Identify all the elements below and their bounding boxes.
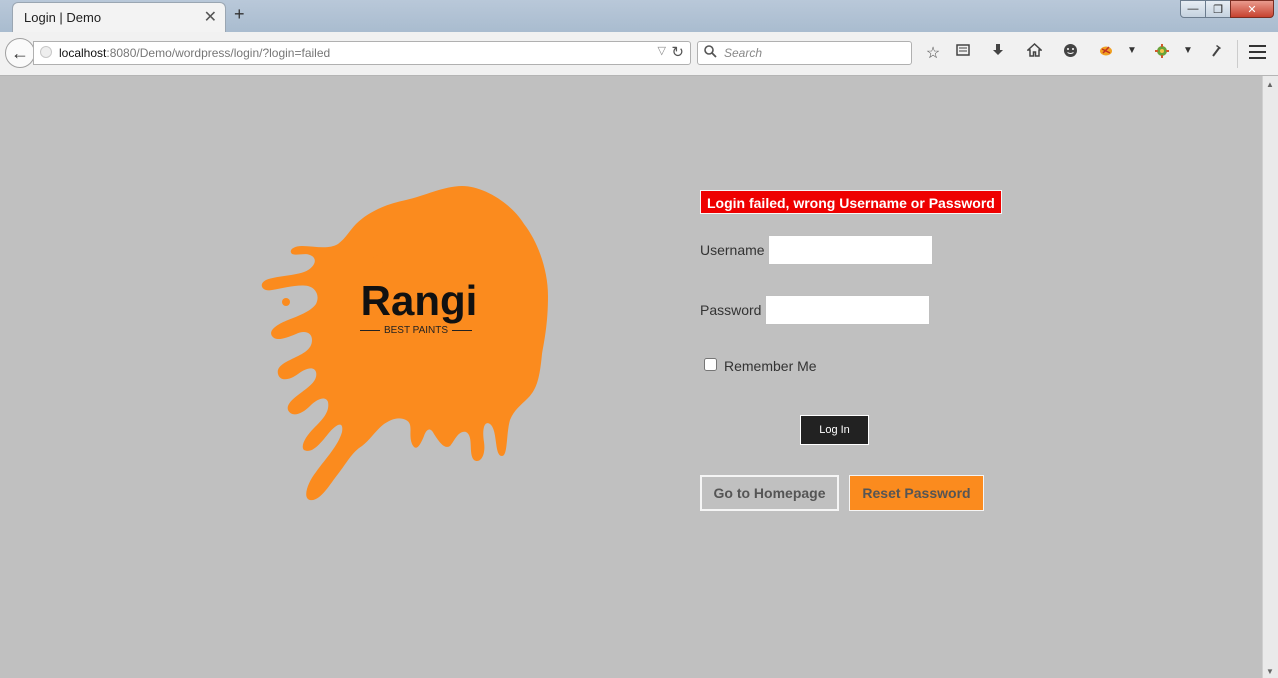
back-button[interactable]: ← [5, 38, 35, 68]
username-input[interactable] [768, 235, 933, 265]
hammer-icon[interactable] [1207, 43, 1227, 63]
window-controls: — ❐ ✕ [1180, 0, 1274, 18]
web-developer-icon[interactable] [1152, 43, 1172, 64]
tab-close-icon[interactable]: ✕ [204, 7, 217, 27]
tagline-text: BEST PAINTS [383, 325, 449, 336]
search-icon [704, 45, 717, 61]
chat-icon[interactable] [1060, 43, 1080, 63]
toolbar-separator [1237, 40, 1238, 68]
tab-title: Login | Demo [24, 10, 102, 25]
password-input[interactable] [765, 295, 930, 325]
navigation-toolbar: ← localhost:8080/Demo/wordpress/login/?l… [0, 32, 1278, 76]
reload-icon[interactable]: ↻ [671, 43, 684, 61]
reading-list-icon[interactable] [953, 43, 973, 62]
scroll-down-icon[interactable]: ▼ [1266, 667, 1274, 676]
globe-icon [40, 46, 52, 58]
paint-splash-logo [261, 186, 548, 501]
home-icon[interactable] [1024, 42, 1044, 62]
username-label: Username [700, 242, 765, 258]
log-in-button[interactable]: Log In [800, 415, 869, 445]
hamburger-menu-icon[interactable] [1249, 45, 1266, 63]
window-titlebar: Login | Demo ✕ + — ❐ ✕ [0, 0, 1278, 32]
tagline-rule-left [360, 330, 380, 331]
login-error-banner: Login failed, wrong Username or Password [700, 190, 1002, 214]
bookmark-star-icon[interactable]: ☆ [923, 43, 943, 63]
brand-tagline: BEST PAINTS [360, 325, 472, 336]
firebug-icon[interactable] [1096, 43, 1116, 62]
password-label: Password [700, 302, 762, 318]
tab-login-demo[interactable]: Login | Demo ✕ [12, 2, 226, 32]
url-path: :8080/Demo/wordpress/login/?login=failed [106, 46, 331, 60]
new-tab-icon[interactable]: + [234, 4, 245, 25]
scroll-up-icon[interactable]: ▲ [1266, 80, 1274, 89]
url-text: localhost:8080/Demo/wordpress/login/?log… [59, 46, 330, 60]
close-window-icon[interactable]: ✕ [1230, 0, 1274, 18]
arrow-left-icon: ← [11, 42, 29, 63]
go-to-homepage-button[interactable]: Go to Homepage [700, 475, 839, 511]
brand-name: Rangi [360, 277, 478, 324]
page-content: Rangi BEST PAINTS Login failed, wrong Us… [0, 76, 1262, 678]
reset-password-button[interactable]: Reset Password [849, 475, 984, 511]
address-bar[interactable]: localhost:8080/Demo/wordpress/login/?log… [33, 41, 691, 65]
restore-icon[interactable]: ❐ [1205, 0, 1231, 18]
download-icon[interactable] [988, 43, 1008, 62]
paint-splash-shape [261, 186, 548, 501]
minimize-icon[interactable]: — [1180, 0, 1206, 18]
url-dropdown-icon[interactable]: ▽ [658, 44, 666, 57]
search-input[interactable] [722, 45, 906, 61]
vertical-scrollbar[interactable]: ▲ ▼ [1262, 76, 1278, 678]
firebug-dropdown-icon[interactable]: ▼ [1127, 45, 1137, 56]
search-bar[interactable] [697, 41, 912, 65]
remember-me-checkbox[interactable] [704, 358, 717, 371]
web-developer-dropdown-icon[interactable]: ▼ [1183, 45, 1193, 56]
remember-me-label: Remember Me [724, 358, 817, 374]
url-host: localhost [59, 46, 107, 60]
tagline-rule-right [452, 330, 472, 331]
